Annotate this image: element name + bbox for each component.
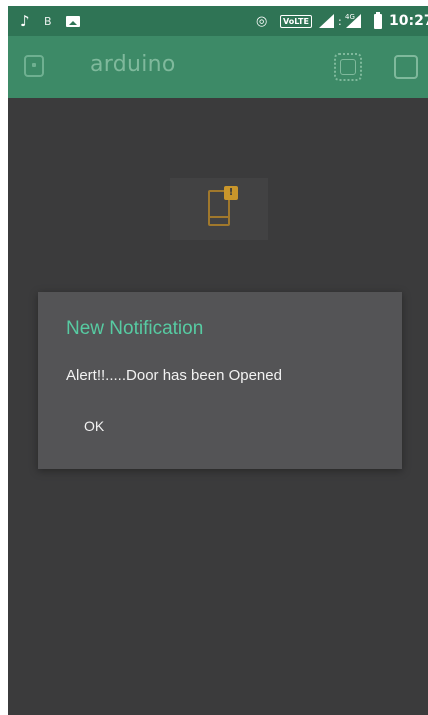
alert-badge-icon: ! xyxy=(224,186,238,200)
signal-strength-icon xyxy=(319,6,334,36)
device-menu-icon[interactable] xyxy=(24,55,44,77)
hotspot-icon: ◎ xyxy=(256,13,268,29)
app-bar: arduino xyxy=(8,36,428,98)
volte-icon: VoLTE xyxy=(280,6,312,36)
b-indicator-icon: B xyxy=(44,14,52,28)
image-notification-icon xyxy=(66,6,80,36)
ok-button[interactable]: OK xyxy=(68,412,120,440)
battery-icon xyxy=(374,6,382,36)
dialog-title: New Notification xyxy=(66,318,204,339)
data-activity-indicator: : xyxy=(338,14,342,28)
notification-dialog: New Notification Alert!!.....Door has be… xyxy=(38,292,402,469)
device-chip-icon[interactable] xyxy=(334,53,362,81)
status-time: 10:27 xyxy=(389,13,428,29)
status-bar: ♪ B ◎ VoLTE : 4G 10:27 xyxy=(8,6,428,36)
volte-label: VoLTE xyxy=(280,14,312,28)
phone-screen: ♪ B ◎ VoLTE : 4G 10:27 arduino ! New Not… xyxy=(8,6,428,715)
project-title: arduino xyxy=(90,52,176,77)
notification-widget[interactable]: ! xyxy=(170,178,268,240)
network-type-label: 4G xyxy=(345,13,355,21)
dialog-message: Alert!!.....Door has been Opened xyxy=(66,367,282,384)
music-note-icon: ♪ xyxy=(20,12,30,30)
play-stop-icon[interactable] xyxy=(394,55,418,79)
